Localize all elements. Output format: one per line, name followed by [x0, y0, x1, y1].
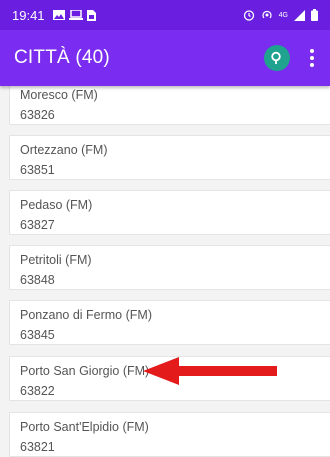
- city-cap: 63845: [20, 328, 55, 342]
- red-arrow-annotation: [143, 357, 277, 385]
- laptop-notification-icon: [68, 10, 83, 20]
- city-cap: 63827: [20, 218, 55, 232]
- search-button[interactable]: [264, 45, 290, 71]
- city-cap: 63851: [20, 163, 55, 177]
- status-time: 19:41: [12, 7, 45, 23]
- city-list[interactable]: Moresco (FM) 63826 Ortezzano (FM) 63851 …: [0, 86, 330, 457]
- page-title: CITTÀ (40): [14, 47, 110, 68]
- status-bar: 19:41 4G: [0, 0, 330, 30]
- alarm-icon: [243, 10, 254, 21]
- city-cap: 63826: [20, 108, 55, 122]
- city-name: Ortezzano (FM): [20, 143, 108, 157]
- city-cap: 63821: [20, 440, 55, 454]
- more-vertical-icon: [310, 49, 314, 53]
- system-icons: 4G: [243, 9, 318, 21]
- list-item[interactable]: Moresco (FM) 63826: [9, 86, 330, 125]
- city-name: Pedaso (FM): [20, 198, 93, 212]
- app-bar: CITTÀ (40): [0, 30, 330, 86]
- city-name: Porto Sant'Elpidio (FM): [20, 420, 149, 434]
- image-notification-icon: [52, 10, 65, 20]
- list-item[interactable]: Porto Sant'Elpidio (FM) 63821: [9, 412, 330, 457]
- sim-notification-icon: [86, 9, 96, 21]
- battery-icon: [311, 9, 318, 21]
- more-options-button[interactable]: [304, 49, 320, 67]
- search-icon: [271, 51, 281, 64]
- hotspot-icon: [262, 10, 272, 19]
- list-item[interactable]: Ortezzano (FM) 63851: [9, 135, 330, 180]
- signal-icon: [294, 9, 305, 21]
- list-item[interactable]: Petritoli (FM) 63848: [9, 245, 330, 290]
- city-name: Moresco (FM): [20, 88, 98, 102]
- list-item[interactable]: Ponzano di Fermo (FM) 63845: [9, 300, 330, 345]
- list-item[interactable]: Pedaso (FM) 63827: [9, 190, 330, 235]
- city-cap: 63848: [20, 273, 55, 287]
- notification-icons: [52, 9, 96, 21]
- network-type: 4G: [278, 11, 288, 19]
- city-name: Petritoli (FM): [20, 253, 92, 267]
- city-name: Ponzano di Fermo (FM): [20, 308, 152, 322]
